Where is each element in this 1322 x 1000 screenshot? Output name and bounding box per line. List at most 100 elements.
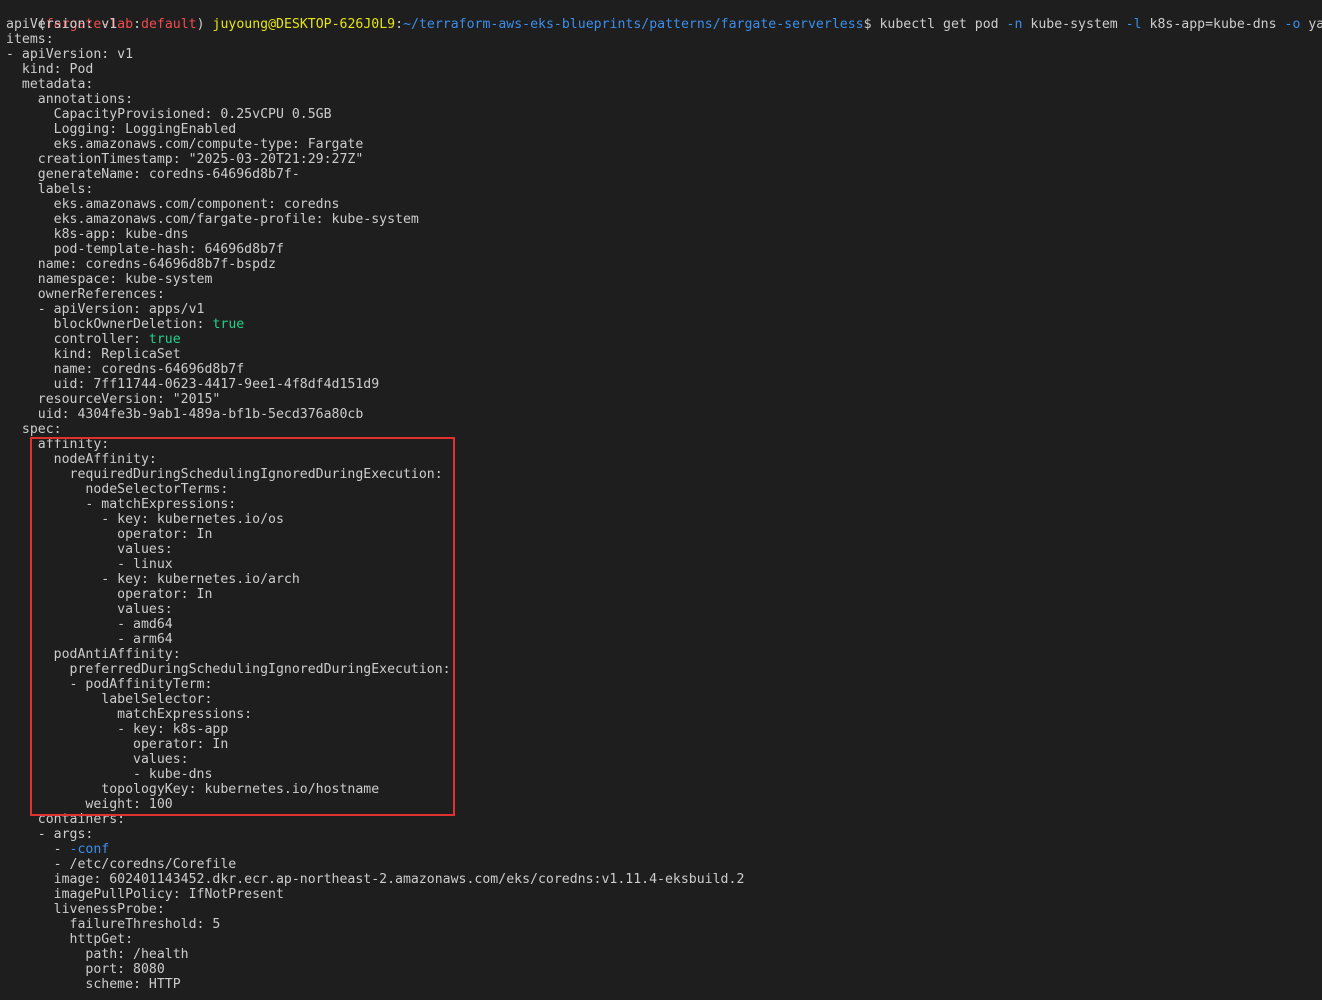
yaml-output-line: topologyKey: kubernetes.io/hostname xyxy=(0,782,1322,797)
yaml-text: operator: In xyxy=(6,587,213,602)
yaml-output-line: values: xyxy=(0,542,1322,557)
yaml-text: kind: ReplicaSet xyxy=(6,347,181,362)
yaml-text: - args: xyxy=(6,827,94,842)
yaml-text: weight: 100 xyxy=(6,797,173,812)
yaml-text: topologyKey: kubernetes.io/hostname xyxy=(6,782,380,797)
yaml-output-line: spec: xyxy=(0,422,1322,437)
yaml-text: name: coredns-64696d8b7f-bspdz xyxy=(6,257,276,272)
terminal-window[interactable]: (fargate-lab:default) juyoung@DESKTOP-62… xyxy=(0,0,1322,1000)
yaml-output-line: scheme: HTTP xyxy=(0,977,1322,992)
yaml-output-line: nodeSelectorTerms: xyxy=(0,482,1322,497)
yaml-text: preferredDuringSchedulingIgnoredDuringEx… xyxy=(6,662,451,677)
yaml-output-line: operator: In xyxy=(0,527,1322,542)
yaml-output-line: imagePullPolicy: IfNotPresent xyxy=(0,887,1322,902)
yaml-output-line: kind: Pod xyxy=(0,62,1322,77)
prompt-separator: : xyxy=(133,17,142,32)
prompt-colon: : xyxy=(395,17,404,32)
command-flag-o: -o xyxy=(1284,17,1301,32)
yaml-text: values: xyxy=(6,752,189,767)
yaml-text: - /etc/coredns/Corefile xyxy=(6,857,237,872)
prompt-path: ~/terraform-aws-eks-blueprints/patterns/… xyxy=(403,17,864,32)
yaml-output-line: annotations: xyxy=(0,92,1322,107)
yaml-text: - key: kubernetes.io/os xyxy=(6,512,284,527)
yaml-output-line: labelSelector: xyxy=(0,692,1322,707)
yaml-output-line: - apiVersion: apps/v1 xyxy=(0,302,1322,317)
yaml-text: spec: xyxy=(6,422,62,437)
yaml-text: Logging: LoggingEnabled xyxy=(6,122,237,137)
yaml-output-line: - amd64 xyxy=(0,617,1322,632)
yaml-output-line: - arm64 xyxy=(0,632,1322,647)
yaml-text: labelSelector: xyxy=(6,692,213,707)
command-text: kubectl get pod xyxy=(879,17,999,32)
yaml-output-line: creationTimestamp: "2025-03-20T21:29:27Z… xyxy=(0,152,1322,167)
yaml-text: - key: k8s-app xyxy=(6,722,229,737)
yaml-text: - matchExpressions: xyxy=(6,497,237,512)
yaml-output-line: livenessProbe: xyxy=(0,902,1322,917)
yaml-text: matchExpressions: xyxy=(6,707,253,722)
yaml-text: namespace: kube-system xyxy=(6,272,213,287)
yaml-text: - kube-dns xyxy=(6,767,213,782)
yaml-text: - linux xyxy=(6,557,173,572)
yaml-text: k8s-app: kube-dns xyxy=(6,227,189,242)
yaml-output-line: - args: xyxy=(0,827,1322,842)
yaml-value-highlight: -conf xyxy=(69,842,110,857)
command-arg-label: k8s-app=kube-dns xyxy=(1149,17,1277,32)
yaml-text: resourceVersion: "2015" xyxy=(6,392,221,407)
yaml-text: - xyxy=(6,842,70,857)
yaml-output-line: - key: kubernetes.io/arch xyxy=(0,572,1322,587)
yaml-output-line: uid: 7ff11744-0623-4417-9ee1-4f8df4d151d… xyxy=(0,377,1322,392)
yaml-output-line: image: 602401143452.dkr.ecr.ap-northeast… xyxy=(0,872,1322,887)
yaml-text: - apiVersion: v1 xyxy=(6,47,134,62)
yaml-output-line: kind: ReplicaSet xyxy=(0,347,1322,362)
yaml-text: operator: In xyxy=(6,527,213,542)
yaml-text: port: 8080 xyxy=(6,962,165,977)
yaml-text: metadata: xyxy=(6,77,94,92)
terminal-output: apiVersion: v1 items: - apiVersion: v1 kin… xyxy=(0,17,1322,992)
yaml-text: requiredDuringSchedulingIgnoredDuringExe… xyxy=(6,467,443,482)
yaml-output-line: uid: 4304fe3b-9ab1-489a-bf1b-5ecd376a80c… xyxy=(0,407,1322,422)
yaml-text: failureThreshold: 5 xyxy=(6,917,221,932)
yaml-text: name: coredns-64696d8b7f xyxy=(6,362,245,377)
yaml-text: apiVersion: v1 xyxy=(6,17,118,32)
yaml-output-line: nodeAffinity: xyxy=(0,452,1322,467)
command-flag-n: -n xyxy=(1006,17,1023,32)
yaml-text: values: xyxy=(6,542,173,557)
yaml-output-line: values: xyxy=(0,752,1322,767)
yaml-output-line: - kube-dns xyxy=(0,767,1322,782)
yaml-output-line: k8s-app: kube-dns xyxy=(0,227,1322,242)
yaml-output-line: eks.amazonaws.com/component: coredns xyxy=(0,197,1322,212)
yaml-output-line: port: 8080 xyxy=(0,962,1322,977)
yaml-output-line: pod-template-hash: 64696d8b7f xyxy=(0,242,1322,257)
yaml-output-line: matchExpressions: xyxy=(0,707,1322,722)
yaml-text: controller: xyxy=(6,332,149,347)
yaml-text: items: xyxy=(6,32,54,47)
yaml-text: generateName: coredns-64696d8b7f- xyxy=(6,167,300,182)
yaml-output-line: eks.amazonaws.com/compute-type: Fargate xyxy=(0,137,1322,152)
command-arg-output: yaml xyxy=(1308,17,1322,32)
yaml-text: - apiVersion: apps/v1 xyxy=(6,302,205,317)
yaml-text: - podAffinityTerm: xyxy=(6,677,213,692)
yaml-text: nodeSelectorTerms: xyxy=(6,482,229,497)
yaml-output-line: name: coredns-64696d8b7f-bspdz xyxy=(0,257,1322,272)
yaml-output-line: podAntiAffinity: xyxy=(0,647,1322,662)
prompt-user-host: juyoung@DESKTOP-626J0L9 xyxy=(212,17,396,32)
yaml-text: - arm64 xyxy=(6,632,173,647)
yaml-output-line: - linux xyxy=(0,557,1322,572)
yaml-output-line: - key: k8s-app xyxy=(0,722,1322,737)
yaml-output-line: failureThreshold: 5 xyxy=(0,917,1322,932)
yaml-output-line: values: xyxy=(0,602,1322,617)
yaml-output-line: weight: 100 xyxy=(0,797,1322,812)
yaml-output-line: preferredDuringSchedulingIgnoredDuringEx… xyxy=(0,662,1322,677)
yaml-text: containers: xyxy=(6,812,126,827)
command-flag-l: -l xyxy=(1125,17,1142,32)
yaml-output-line: - key: kubernetes.io/os xyxy=(0,512,1322,527)
yaml-text: annotations: xyxy=(6,92,134,107)
yaml-output-line: controller: true xyxy=(0,332,1322,347)
prompt-dollar: $ xyxy=(863,17,872,32)
yaml-text: podAntiAffinity: xyxy=(6,647,181,662)
yaml-text: uid: 4304fe3b-9ab1-489a-bf1b-5ecd376a80c… xyxy=(6,407,364,422)
yaml-text: httpGet: xyxy=(6,932,134,947)
yaml-output-line: CapacityProvisioned: 0.25vCPU 0.5GB xyxy=(0,107,1322,122)
yaml-text: blockOwnerDeletion: xyxy=(6,317,213,332)
yaml-output-line: items: xyxy=(0,32,1322,47)
